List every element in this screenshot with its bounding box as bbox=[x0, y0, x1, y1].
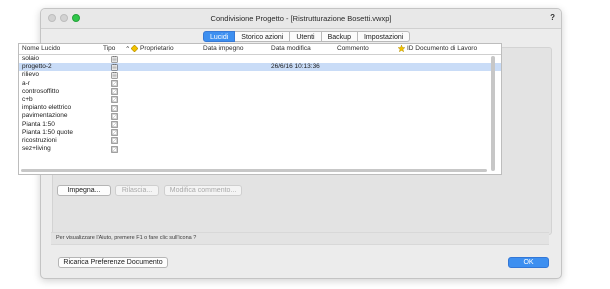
checkout-button[interactable]: Impegna... bbox=[57, 185, 111, 196]
tab-impostazioni[interactable]: Impostazioni bbox=[357, 31, 411, 42]
release-button[interactable]: Rilascia... bbox=[115, 185, 159, 196]
column-header-checkout-date[interactable]: Data impegno bbox=[203, 45, 243, 52]
sheet-layer-icon bbox=[111, 145, 118, 153]
tab-backup[interactable]: Backup bbox=[321, 31, 358, 42]
column-header-comment[interactable]: Commento bbox=[337, 45, 369, 52]
table-row[interactable]: c+b bbox=[19, 96, 501, 104]
tab-lucidi[interactable]: Lucidi bbox=[203, 31, 236, 42]
sheet-layer-icon bbox=[111, 96, 118, 104]
vertical-scrollbar[interactable] bbox=[491, 56, 495, 171]
horizontal-scrollbar[interactable] bbox=[21, 169, 487, 172]
table-row[interactable]: a-r bbox=[19, 80, 501, 88]
layer-name: rilievo bbox=[22, 71, 39, 79]
sheet-layer-icon bbox=[111, 104, 118, 112]
sheet-layer-icon bbox=[111, 113, 118, 120]
layer-name: Pianta 1:50 quote bbox=[22, 128, 73, 136]
help-hint-text: Per visualizzare l'Aiuto, premere F1 o f… bbox=[56, 235, 197, 241]
table-row[interactable]: ricostruzioni bbox=[19, 137, 501, 145]
design-layer-icon bbox=[111, 71, 118, 79]
layer-name: ricostruzioni bbox=[22, 136, 57, 144]
sheet-layer-icon bbox=[111, 121, 118, 128]
column-header-job-id[interactable]: ID Documento di Lavoro bbox=[407, 45, 477, 52]
tab-storico-azioni[interactable]: Storico azioni bbox=[235, 31, 291, 42]
window-title: Condivisione Progetto - [Ristrutturazion… bbox=[210, 14, 392, 23]
help-icon[interactable]: ? bbox=[550, 13, 555, 22]
layer-name: solaio bbox=[22, 55, 39, 62]
layers-table: Nome Lucido Tipo ⌃ Proprietario Data imp… bbox=[18, 43, 502, 175]
tab-bar: Lucidi Storico azioni Utenti Backup Impo… bbox=[203, 31, 411, 42]
table-row[interactable]: progetto-2 26/6/16 10:13:36 bbox=[19, 63, 501, 72]
layer-name: sez+living bbox=[22, 145, 51, 153]
star-icon bbox=[397, 44, 406, 54]
tab-utenti[interactable]: Utenti bbox=[290, 31, 322, 42]
table-row[interactable]: rilievo bbox=[19, 71, 501, 79]
table-header: Nome Lucido Tipo ⌃ Proprietario Data imp… bbox=[19, 44, 501, 55]
ok-button[interactable]: OK bbox=[508, 257, 549, 268]
table-body: solaio progetto-2 26/6/16 10:13:36 rilievo a… bbox=[19, 54, 501, 153]
layer-name: Pianta 1:50 bbox=[22, 120, 55, 128]
table-row[interactable]: controsoffitto bbox=[19, 88, 501, 96]
design-layer-icon bbox=[111, 63, 118, 71]
layer-name: a-r bbox=[22, 79, 30, 87]
owner-column-icon bbox=[130, 44, 139, 54]
modified-date: 26/6/16 10:13:36 bbox=[271, 63, 320, 71]
table-row[interactable]: impianto elettrico bbox=[19, 104, 501, 112]
title-bar: Condivisione Progetto - [Ristrutturazion… bbox=[41, 9, 561, 29]
sheet-layer-icon bbox=[111, 129, 118, 136]
table-row[interactable]: Pianta 1:50 quote bbox=[19, 129, 501, 137]
sheet-layer-icon bbox=[111, 88, 118, 95]
column-header-owner[interactable]: Proprietario bbox=[140, 45, 174, 52]
reload-preferences-button[interactable]: Ricarica Preferenze Documento bbox=[58, 257, 168, 268]
layer-name: c+b bbox=[22, 95, 33, 103]
layer-name: impianto elettrico bbox=[22, 104, 72, 112]
layer-name: progetto-2 bbox=[22, 63, 52, 71]
table-row[interactable]: sez+living bbox=[19, 145, 501, 153]
sort-indicator-icon[interactable]: ⌃ bbox=[125, 45, 130, 53]
sheet-layer-icon bbox=[111, 137, 118, 145]
column-header-type[interactable]: Tipo bbox=[103, 45, 115, 52]
design-layer-icon bbox=[111, 54, 118, 63]
table-row[interactable]: pavimentazione bbox=[19, 112, 501, 120]
column-header-modified-date[interactable]: Data modifica bbox=[271, 45, 311, 52]
sheet-layer-icon bbox=[111, 80, 118, 87]
column-header-name[interactable]: Nome Lucido bbox=[22, 45, 60, 52]
table-row[interactable]: Pianta 1:50 bbox=[19, 121, 501, 129]
edit-comment-button[interactable]: Modifica commento... bbox=[164, 185, 242, 196]
layer-name: pavimentazione bbox=[22, 112, 68, 120]
table-row[interactable]: solaio bbox=[19, 54, 501, 63]
info-bar: Per visualizzare l'Aiuto, premere F1 o f… bbox=[51, 232, 549, 245]
layer-name: controsoffitto bbox=[22, 87, 60, 95]
